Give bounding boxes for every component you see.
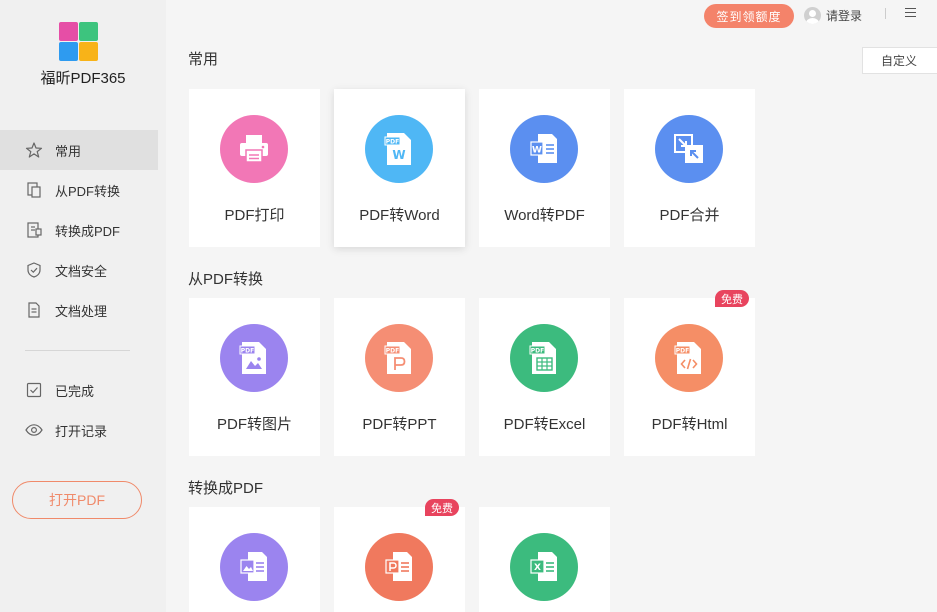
tool-card-word-to-pdf[interactable]: W Word转PDF [479, 89, 610, 247]
tool-card-pdf-to-image[interactable]: PDF PDF转图片 [189, 298, 320, 456]
excel-to-pdf-icon: X [510, 533, 578, 601]
tool-card-label: Word转PDF [504, 207, 585, 224]
section-title-common: 常用 [188, 51, 219, 68]
tool-card-excel-to-pdf[interactable]: X [479, 507, 610, 612]
merge-icon [655, 115, 723, 183]
image-to-pdf-icon [220, 533, 288, 601]
tool-card-image-to-pdf[interactable] [189, 507, 320, 612]
svg-text:W: W [532, 146, 542, 156]
sidebar: 福昕PDF365 常用 从PDF转换 转换成PDF 文档安全 文档处理 已完成 … [0, 0, 166, 612]
free-badge: 免费 [425, 499, 459, 516]
convert-from-pdf-icon [25, 181, 43, 199]
tool-card-pdf-to-word[interactable]: PDF W PDF转Word [334, 89, 465, 247]
menu-icon[interactable] [905, 8, 916, 18]
sidebar-item-label: 文档安全 [55, 263, 108, 279]
avatar-icon [804, 6, 821, 24]
shield-icon [25, 261, 43, 279]
sidebar-item-processing[interactable]: 文档处理 [0, 290, 158, 330]
printer-icon [220, 115, 288, 183]
tool-card-label: PDF转图片 [216, 416, 292, 433]
tool-card-pdf-to-excel[interactable]: PDF PDF转Excel [479, 298, 610, 456]
document-icon [25, 301, 43, 319]
ppt-to-pdf-icon [365, 533, 433, 601]
svg-text:X: X [534, 563, 541, 573]
app-name: 福昕PDF365 [40, 70, 126, 87]
customize-button[interactable]: 自定义 [862, 47, 937, 74]
tool-card-label: PDF转Word [359, 207, 440, 224]
app-logo [59, 22, 99, 62]
svg-text:PDF: PDF [676, 347, 689, 354]
login-label: 请登录 [826, 8, 863, 23]
pdf-to-image-icon: PDF [220, 324, 288, 392]
open-pdf-button[interactable]: 打开PDF [12, 481, 142, 519]
svg-text:W: W [392, 148, 405, 162]
sidebar-item-to-pdf[interactable]: 转换成PDF [0, 210, 158, 250]
sidebar-item-completed[interactable]: 已完成 [0, 370, 158, 410]
sidebar-item-label: 转换成PDF [55, 223, 121, 239]
sidebar-item-label: 从PDF转换 [55, 183, 121, 199]
eye-icon [25, 421, 43, 439]
login-link[interactable]: 请登录 [804, 6, 862, 24]
sidebar-item-label: 常用 [55, 143, 82, 159]
sidebar-item-history[interactable]: 打开记录 [0, 410, 158, 450]
sidebar-item-label: 打开记录 [55, 423, 108, 439]
tool-card-label: PDF打印 [224, 207, 285, 224]
pdf-to-word-icon: PDF W [365, 115, 433, 183]
free-badge: 免费 [715, 290, 749, 307]
sidebar-item-label: 文档处理 [55, 303, 108, 319]
pdf-to-ppt-icon: PDF [365, 324, 433, 392]
pdf-to-html-icon: PDF [655, 324, 723, 392]
svg-text:PDF: PDF [531, 347, 544, 354]
word-to-pdf-icon: W [510, 115, 578, 183]
tool-card-pdf-to-html[interactable]: 免费 PDF PDF转Html [624, 290, 755, 456]
svg-text:PDF: PDF [386, 138, 399, 145]
convert-to-pdf-icon [25, 221, 43, 239]
sidebar-divider [25, 350, 130, 351]
section-title-from-pdf: 从PDF转换 [188, 271, 264, 288]
section-title-to-pdf: 转换成PDF [188, 480, 264, 497]
svg-text:PDF: PDF [241, 347, 254, 354]
tool-card-pdf-to-ppt[interactable]: PDF PDF转PPT [334, 298, 465, 456]
tool-card-pdf-print[interactable]: PDF打印 [189, 89, 320, 247]
svg-text:PDF: PDF [386, 347, 399, 354]
tool-card-pdf-merge[interactable]: PDF合并 [624, 89, 755, 247]
checkbox-icon [25, 381, 43, 399]
sidebar-item-label: 已完成 [55, 383, 95, 399]
sidebar-item-from-pdf[interactable]: 从PDF转换 [0, 170, 158, 210]
star-icon [25, 141, 43, 159]
sidebar-item-common[interactable]: 常用 [0, 130, 158, 170]
topbar-divider [885, 8, 886, 19]
pdf-to-excel-icon: PDF [510, 324, 578, 392]
tool-card-ppt-to-pdf[interactable]: 免费 [334, 499, 465, 612]
sidebar-item-security[interactable]: 文档安全 [0, 250, 158, 290]
tool-card-label: PDF转PPT [362, 416, 437, 433]
sign-in-reward-button[interactable]: 签到领额度 [704, 4, 794, 28]
tool-card-label: PDF合并 [659, 207, 720, 224]
tool-card-label: PDF转Html [651, 416, 728, 433]
tool-card-label: PDF转Excel [503, 416, 586, 433]
